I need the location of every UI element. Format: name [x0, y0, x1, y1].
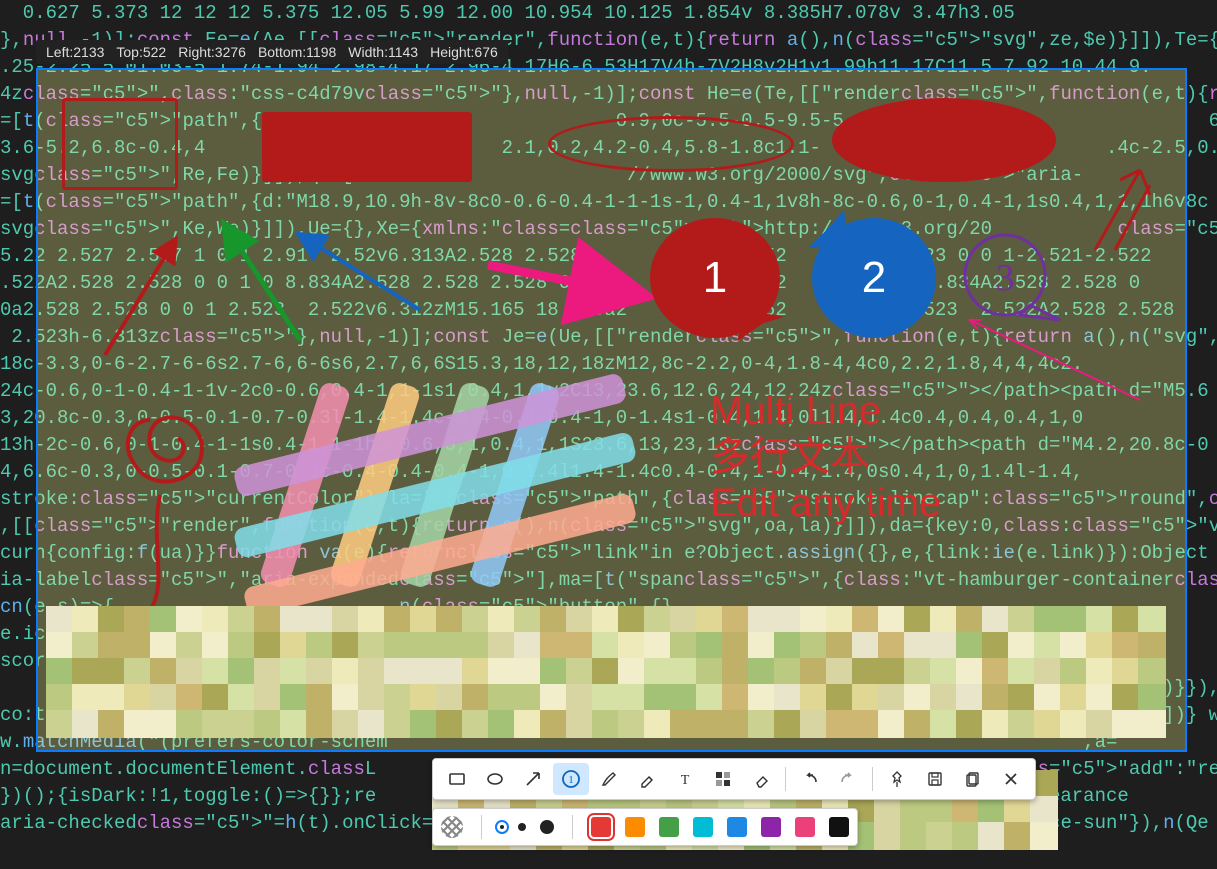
annotation-toolbar: 1T [432, 758, 1036, 800]
palette-color[interactable] [659, 817, 679, 837]
palette-color[interactable] [625, 817, 645, 837]
tool-undo[interactable] [792, 763, 828, 795]
tool-text[interactable]: T [667, 763, 703, 795]
info-height: Height:676 [430, 44, 498, 60]
palette-color[interactable] [795, 817, 815, 837]
annotation-palette [432, 808, 858, 846]
tool-highlighter[interactable] [629, 763, 665, 795]
info-bottom: Bottom:1198 [258, 44, 336, 60]
highlighter-hash[interactable] [230, 380, 650, 590]
palette-size-8[interactable] [518, 823, 526, 831]
speech-bubble-2-number: 2 [862, 253, 886, 303]
palette-pattern[interactable] [441, 816, 463, 838]
palette-color[interactable] [591, 817, 611, 837]
info-width: Width:1143 [348, 44, 418, 60]
palette-size-14[interactable] [540, 820, 554, 834]
annotation-filled-ellipse[interactable] [832, 98, 1056, 182]
toolbar-separator [785, 767, 786, 791]
palette-color[interactable] [693, 817, 713, 837]
annotation-rectangle[interactable] [62, 98, 178, 190]
speech-bubble-2[interactable]: 2 [812, 218, 936, 338]
palette-color[interactable] [727, 817, 747, 837]
palette-color[interactable] [829, 817, 849, 837]
palette-size-4[interactable] [500, 825, 504, 829]
mosaic-area-1[interactable] [46, 606, 1156, 716]
tool-freehand[interactable] [591, 763, 627, 795]
tool-rectangle[interactable] [439, 763, 475, 795]
tool-redo[interactable] [830, 763, 866, 795]
tool-arrow[interactable] [515, 763, 551, 795]
palette-separator [572, 815, 573, 839]
palette-color[interactable] [761, 817, 781, 837]
info-right: Right:3276 [178, 44, 246, 60]
selection-info-bar: Left:2133 Top:522 Right:3276 Bottom:1198… [36, 40, 508, 64]
tool-number[interactable]: 1 [553, 763, 589, 795]
toolbar-separator [872, 767, 873, 791]
tool-save[interactable] [917, 763, 953, 795]
info-left: Left:2133 [46, 44, 104, 60]
svg-text:1: 1 [568, 774, 574, 786]
speech-bubble-1-number: 1 [703, 253, 727, 303]
tool-pin[interactable] [879, 763, 915, 795]
palette-separator [481, 815, 482, 839]
tool-ellipse[interactable] [477, 763, 513, 795]
speech-bubble-1[interactable]: 1 [650, 218, 780, 338]
tool-close[interactable] [993, 763, 1029, 795]
annotation-ellipse[interactable] [548, 116, 794, 172]
info-top: Top:522 [116, 44, 166, 60]
tool-eraser[interactable] [743, 763, 779, 795]
tool-mosaic[interactable] [705, 763, 741, 795]
tool-copy[interactable] [955, 763, 991, 795]
annotation-text-multiline[interactable]: Multi Line 多行文本 Edit any time [710, 388, 941, 526]
annotation-filled-rectangle[interactable] [262, 112, 472, 182]
svg-text:T: T [681, 773, 690, 788]
